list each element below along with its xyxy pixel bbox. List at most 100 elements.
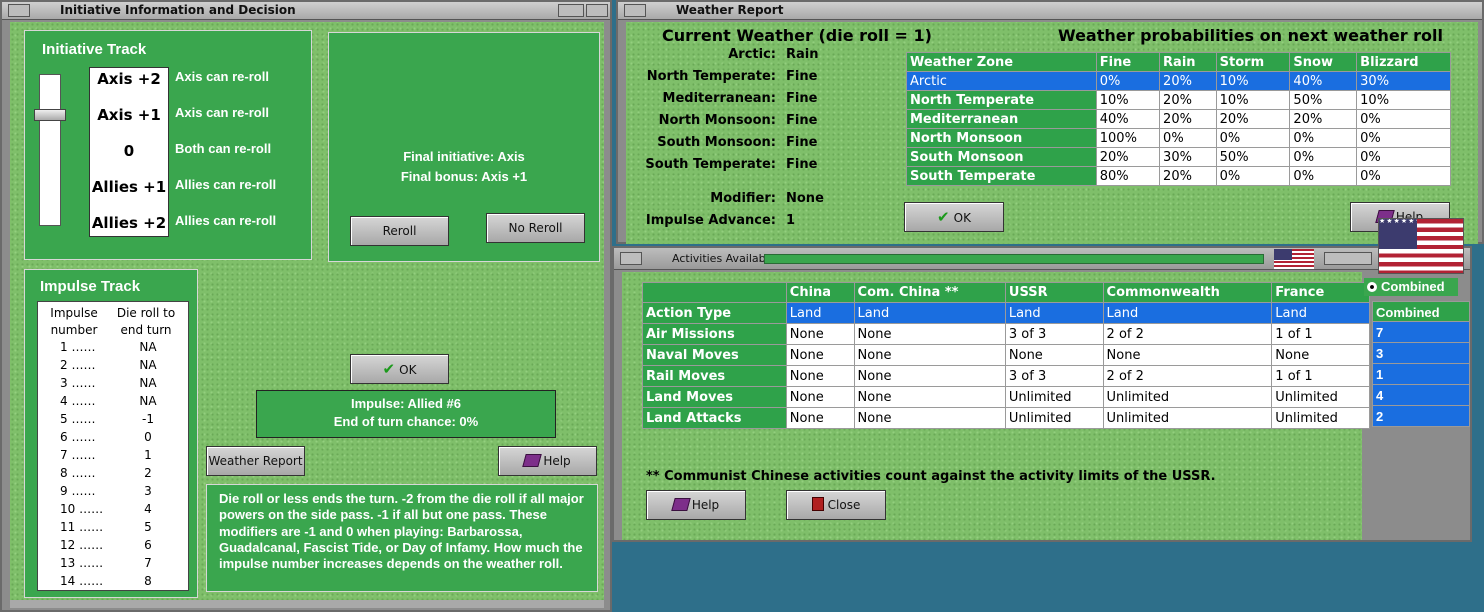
weather-table-row[interactable]: North Monsoon 100% 0% 0% 0% 0% bbox=[906, 128, 1451, 148]
weather-prob-cell: 100% bbox=[1095, 128, 1161, 148]
activity-value-cell: None bbox=[1102, 344, 1273, 366]
weather-prob-cell: 10% bbox=[1215, 90, 1291, 110]
weather-prob-cell: 20% bbox=[1215, 109, 1291, 129]
weather-prob-cell: 10% bbox=[1215, 71, 1291, 91]
weather-prob-cell: 40% bbox=[1095, 109, 1161, 129]
initiative-track-panel: Initiative Track Axis +2 Axis +1 0 Allie… bbox=[24, 30, 312, 260]
weather-zone-cell[interactable]: North Monsoon bbox=[906, 128, 1097, 148]
weather-zone-cell[interactable]: North Temperate bbox=[906, 90, 1097, 110]
weather-table-row[interactable]: North Temperate 10% 20% 10% 50% 10% bbox=[906, 90, 1451, 110]
activities-help-button[interactable]: Help bbox=[646, 490, 746, 520]
activities-col-header: France bbox=[1271, 282, 1370, 303]
combined-value: 3 bbox=[1372, 343, 1470, 364]
weather-zone-cell[interactable]: South Temperate bbox=[906, 166, 1097, 186]
close-label: Close bbox=[827, 498, 861, 512]
impulse-col-header: Impulse number bbox=[50, 306, 98, 337]
activity-type-cell[interactable]: Land Moves bbox=[642, 386, 787, 408]
weather-prob-cell: 20% bbox=[1159, 166, 1217, 186]
activities-col-header: USSR bbox=[1004, 282, 1104, 303]
weather-report-button[interactable]: Weather Report bbox=[206, 446, 305, 476]
radio-selected-icon bbox=[1367, 282, 1377, 292]
activity-value-cell: Unlimited bbox=[1102, 407, 1273, 429]
activities-titlebar[interactable]: Activities Available bbox=[614, 248, 1470, 270]
activities-row[interactable]: Naval Moves None None None None None bbox=[642, 344, 1370, 366]
help-button[interactable]: Help bbox=[498, 446, 597, 476]
weather-zone-cell[interactable]: South Monsoon bbox=[906, 147, 1097, 167]
close-window-button[interactable] bbox=[586, 4, 608, 17]
impulse-number: 12 …… bbox=[60, 538, 104, 552]
bottom-scrollbar[interactable] bbox=[10, 600, 604, 608]
weather-col-header: Weather Zone bbox=[906, 52, 1097, 72]
activity-value-cell: Unlimited bbox=[1004, 407, 1104, 429]
ok-button[interactable]: ✔ OK bbox=[350, 354, 449, 384]
activity-value-cell: None bbox=[785, 344, 855, 366]
weather-prob-cell: 20% bbox=[1289, 109, 1358, 129]
impulse-number: 14 …… bbox=[60, 574, 104, 588]
us-flag-large-icon: ★★★★★★★★★★★★★★★★★★★★★★★★★ bbox=[1378, 218, 1464, 274]
window-menu-button[interactable] bbox=[620, 252, 642, 265]
activity-type-cell[interactable]: Air Missions bbox=[642, 323, 787, 345]
weather-prob-cell: 20% bbox=[1095, 147, 1161, 167]
weather-zone-value: Fine bbox=[786, 69, 818, 84]
weather-prob-cell: 0% bbox=[1289, 166, 1358, 186]
weather-prob-cell: 0% bbox=[1356, 128, 1451, 148]
impulse-die-roll: NA bbox=[139, 358, 157, 372]
impulse-status: Impulse: Allied #6 bbox=[350, 396, 462, 411]
activities-row[interactable]: Air Missions None None 3 of 32 of 21 of 1 bbox=[642, 323, 1370, 345]
window-menu-button[interactable] bbox=[624, 4, 646, 17]
impulse-number: 9 …… bbox=[60, 484, 96, 498]
weather-zone-value: Rain bbox=[786, 47, 819, 62]
minimize-button[interactable] bbox=[1324, 252, 1372, 265]
activity-type-cell[interactable]: Action Type bbox=[642, 302, 787, 324]
impulse-number: 4 …… bbox=[60, 394, 96, 408]
impulse-number: 2 …… bbox=[60, 358, 96, 372]
activity-value-cell: None bbox=[853, 386, 1006, 408]
impulse-die-roll: 5 bbox=[144, 520, 152, 534]
weather-prob-cell: 0% bbox=[1215, 128, 1291, 148]
activities-close-button[interactable]: Close bbox=[786, 490, 886, 520]
weather-prob-cell: 0% bbox=[1356, 147, 1451, 167]
reroll-button[interactable]: Reroll bbox=[350, 216, 449, 246]
weather-table-row[interactable]: South Temperate 80% 20% 0% 0% 0% bbox=[906, 166, 1451, 186]
weather-zone-cell[interactable]: Mediterranean bbox=[906, 109, 1097, 129]
impulse-die-roll: 8 bbox=[144, 574, 152, 588]
weather-prob-cell: 20% bbox=[1159, 71, 1217, 91]
weather-zone-label: North Monsoon: bbox=[658, 113, 776, 128]
weather-col-header: Snow bbox=[1289, 52, 1358, 72]
activities-row[interactable]: Action Type Land Land Land Land Land bbox=[642, 302, 1370, 324]
die-roll-col-header: Die roll to end turn bbox=[116, 306, 176, 337]
initiative-slider-thumb[interactable] bbox=[34, 109, 66, 121]
activities-col-header: Com. China ** bbox=[853, 282, 1006, 303]
initiative-value: Allies +1 bbox=[91, 178, 167, 196]
activities-row[interactable]: Rail Moves None None 3 of 32 of 21 of 1 bbox=[642, 365, 1370, 387]
initiative-desc: Axis can re-roll bbox=[175, 105, 269, 120]
activity-type-cell[interactable]: Rail Moves bbox=[642, 365, 787, 387]
no-reroll-button[interactable]: No Reroll bbox=[486, 213, 585, 243]
impulse-die-roll: 7 bbox=[144, 556, 152, 570]
weather-ok-button[interactable]: ✔ OK bbox=[904, 202, 1004, 232]
activity-type-cell[interactable]: Land Attacks bbox=[642, 407, 787, 429]
minimize-button[interactable] bbox=[558, 4, 584, 17]
combined-radio[interactable]: Combined bbox=[1364, 278, 1458, 296]
activity-value-cell: None bbox=[853, 344, 1006, 366]
weather-zone-cell[interactable]: Arctic bbox=[906, 71, 1097, 91]
weather-zone-label: Arctic: bbox=[728, 47, 776, 62]
activity-value-cell: Unlimited bbox=[1004, 386, 1104, 408]
impulse-die-roll: 4 bbox=[144, 502, 152, 516]
combined-header: Combined bbox=[1372, 301, 1470, 322]
initiative-values-box: Axis +2 Axis +1 0 Allies +1 Allies +2 bbox=[89, 67, 169, 237]
weather-table-row[interactable]: Mediterranean 40% 20% 20% 20% 0% bbox=[906, 109, 1451, 129]
activity-type-cell[interactable]: Naval Moves bbox=[642, 344, 787, 366]
weather-table-row[interactable]: Arctic 0% 20% 10% 40% 30% bbox=[906, 71, 1451, 91]
weather-probability-table: Weather Zone Fine Rain Storm Snow Blizzard Arc… bbox=[906, 52, 1451, 186]
weather-prob-cell: 0% bbox=[1289, 128, 1358, 148]
weather-titlebar[interactable]: Weather Report bbox=[618, 2, 1482, 20]
activity-value-cell: None bbox=[785, 323, 855, 345]
initiative-titlebar[interactable]: Initiative Information and Decision bbox=[2, 2, 610, 20]
weather-table-row[interactable]: South Monsoon 20% 30% 50% 0% 0% bbox=[906, 147, 1451, 167]
window-menu-button[interactable] bbox=[8, 4, 30, 17]
initiative-slider-track[interactable] bbox=[39, 74, 61, 226]
activities-row[interactable]: Land Attacks None None Unlimited Unlimited Un… bbox=[642, 407, 1370, 429]
rules-note: Die roll or less ends the turn. -2 from … bbox=[219, 491, 584, 572]
activities-row[interactable]: Land Moves None None Unlimited Unlimited Unli… bbox=[642, 386, 1370, 408]
